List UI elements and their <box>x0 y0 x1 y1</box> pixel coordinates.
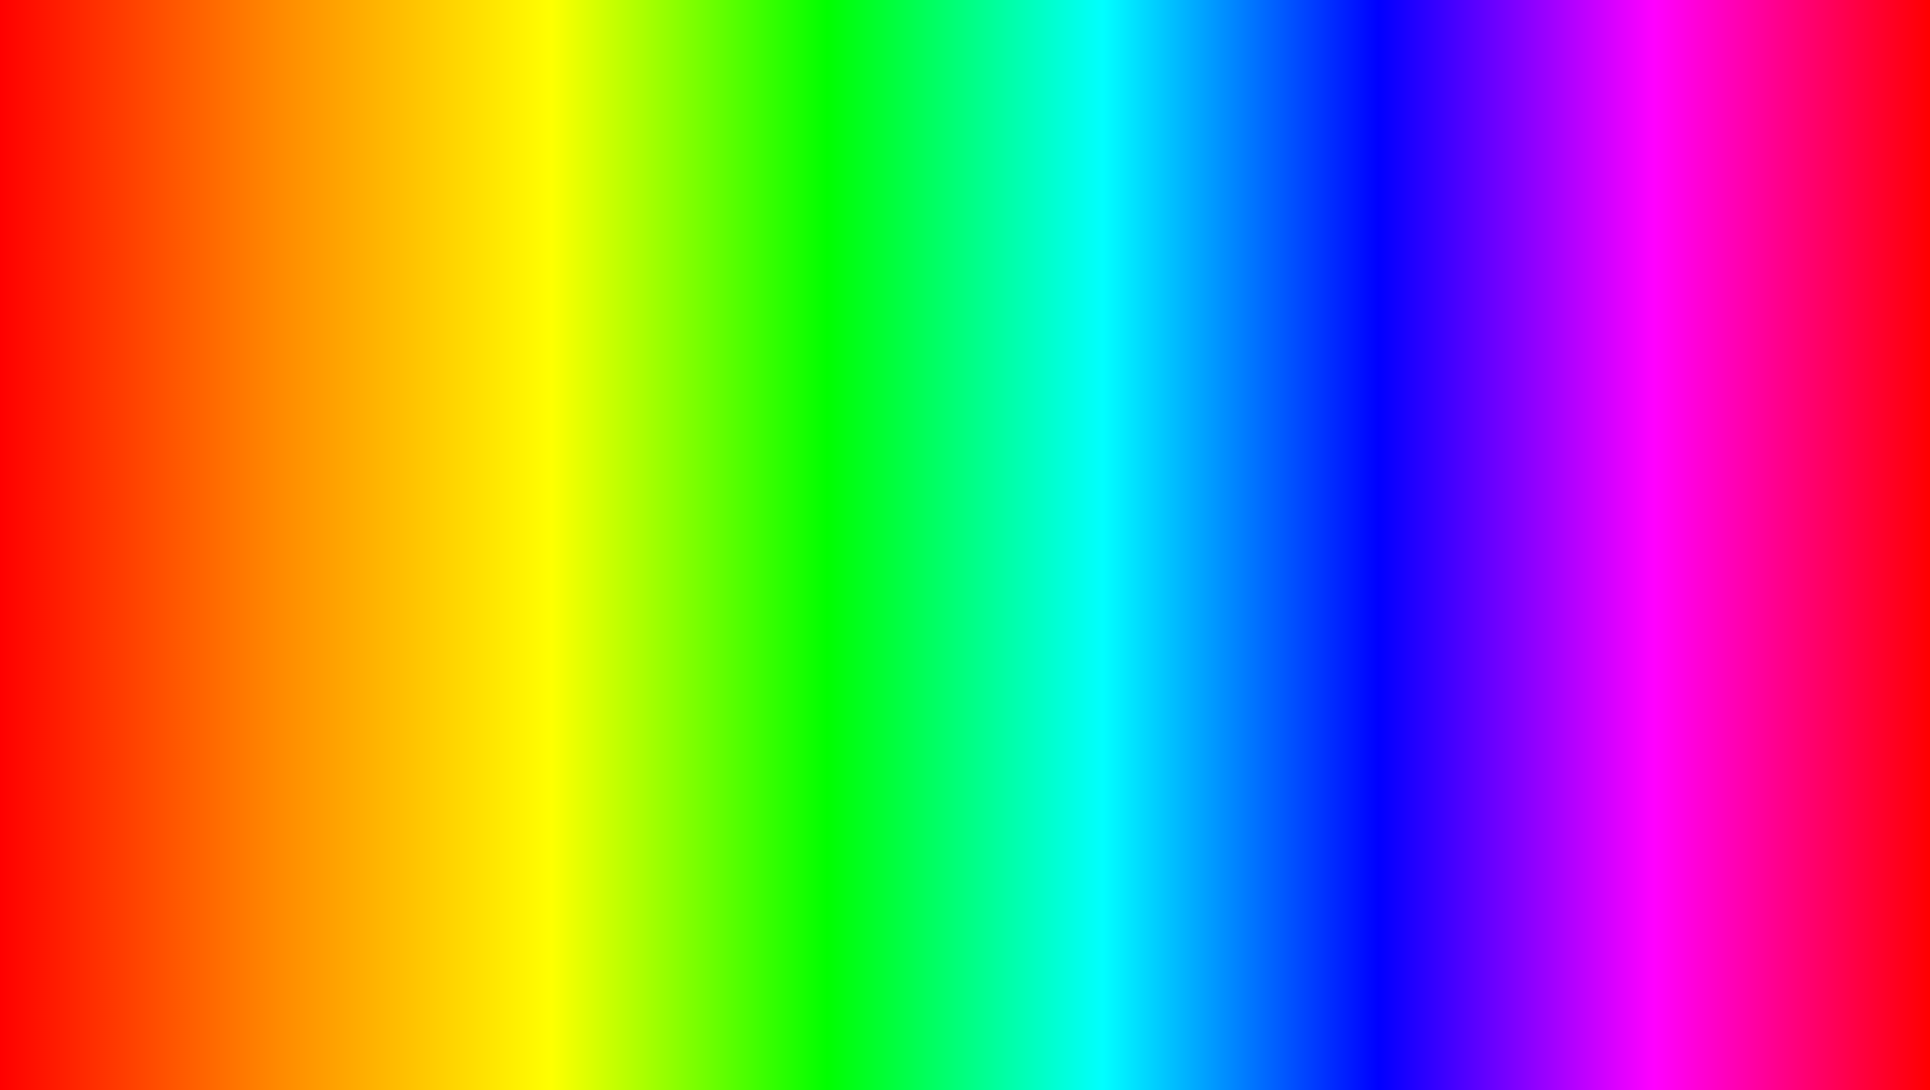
king-legacy-logo-box: 🎭 KING LEGACY <box>1630 772 1830 972</box>
minimize-btn-left[interactable]: — <box>625 358 637 372</box>
save-health-label: Save Health <box>1455 535 1801 550</box>
update-version-num: 4.66 <box>651 953 830 1052</box>
nav-farm-left[interactable]: Farm <box>147 415 224 439</box>
avatar-name-right: Sky <box>1405 675 1427 690</box>
nav-dot-dungeon-r <box>1367 451 1375 459</box>
section-label-left: Option section <box>241 389 655 404</box>
select-weapon-row-right[interactable]: Select Weapon Sword ▲ <box>1455 440 1819 468</box>
window-controls-left: — ✕ <box>625 358 655 372</box>
content-right: Dungeon Teleport To Dungeon! Select Weap… <box>1445 379 1829 659</box>
window-controls-right: — ✕ <box>1789 358 1819 372</box>
avatar-name-left: Sky <box>191 675 213 690</box>
chevron-weapon-right: ▲ <box>1809 448 1819 459</box>
select-weapon-value-left: Sword <box>602 418 639 433</box>
work-lvl-text: WORK LVL 4000 <box>138 278 645 349</box>
auto-sea-king-checkbox[interactable] <box>637 560 655 578</box>
nav-dot-main <box>153 395 161 403</box>
section-label-right: Dungeon <box>1455 389 1819 404</box>
auto-dungeon-label: Auto Dungeon <box>1455 504 1801 519</box>
choose-mode-row[interactable]: Choose Mode Easy ▲ <box>1455 468 1819 496</box>
nav-farm-right[interactable]: Farm <box>1361 415 1438 439</box>
logo-inner: 🎭 KING LEGACY <box>1633 775 1827 969</box>
auto-farm-row-left[interactable]: Auto Farm <box>241 471 655 502</box>
avatar-right: 🧑 <box>1365 666 1397 698</box>
choose-mode-label: Choose Mode <box>1455 474 1774 489</box>
auto-sea-king-row[interactable]: Auto Sea King <box>241 554 655 585</box>
chevron-weapon-left: ▲ <box>645 420 655 431</box>
footer-right: 🧑 Sky <box>1355 659 1829 704</box>
sidebar-right: Main Farm Dungeon Combat LocalPlayer <box>1355 379 1445 659</box>
nav-dot-combat-r <box>1367 479 1375 487</box>
gui-window-right: King Legacy (Adel Hub) — ✕ Main Farm Dun… <box>1352 348 1832 707</box>
sidebar-left: Main Farm Combat LocalPlayern <box>141 379 231 659</box>
chevron-mode: ▲ <box>1809 476 1819 487</box>
nav-localplayer-right[interactable]: LocalPlayer <box>1361 499 1438 521</box>
auto-farm-checkbox2-left[interactable] <box>637 529 655 547</box>
nav-main-left[interactable]: Main <box>147 387 224 411</box>
select-weapon-label-left: Select Weapon <box>241 418 602 433</box>
window-right-body: Main Farm Dungeon Combat LocalPlayer <box>1355 379 1829 659</box>
nav-combat-right[interactable]: Combat <box>1361 471 1438 495</box>
nav-dot-main-r <box>1367 395 1375 403</box>
close-btn-right[interactable]: ✕ <box>1809 358 1819 372</box>
main-title: KING LEGACY <box>462 26 1468 196</box>
close-btn-left[interactable]: ✕ <box>645 358 655 372</box>
window-left-body: Main Farm Combat LocalPlayern Option sec… <box>141 379 665 659</box>
update-suffix-text: SCRIPT PASTEBIN <box>857 953 1673 1052</box>
auto-sea-king-label: Auto Sea King <box>241 562 637 577</box>
auto-farm-label2-left: Auto Farm <box>241 531 637 546</box>
teleport-dungeon-indicator[interactable] <box>1805 419 1819 433</box>
content-left: Option section Select Weapon Sword ▲ Aut… <box>231 379 665 659</box>
auto-farm-checkbox-left[interactable] <box>637 477 655 495</box>
logo-text: KING LEGACY <box>1697 926 1764 961</box>
window-right-title: King Legacy (Adel Hub) <box>1365 357 1512 372</box>
auto-dungeon-row[interactable]: Auto Dungeon <box>1455 496 1819 527</box>
nav-dot-settings-r <box>1367 533 1375 541</box>
update-text: UPDATE 4.66 SCRIPT PASTEBIN <box>257 952 1672 1054</box>
nav-combat-left[interactable]: Combat <box>147 443 224 467</box>
select-weapon-value-right: Sword <box>1766 446 1803 461</box>
nav-settings-right[interactable]: Settings <box>1361 525 1438 549</box>
farm-section-sub: farm section <box>241 502 655 519</box>
auto-dungeon-checkbox[interactable] <box>1801 502 1819 520</box>
nav-main-right[interactable]: Main <box>1361 387 1438 411</box>
titlebar-right: King Legacy (Adel Hub) — ✕ <box>1355 351 1829 379</box>
gui-window-left: King Legacy (Adel Hub) — ✕ Main Farm Com… <box>138 348 668 707</box>
nav-dot-local <box>153 478 161 486</box>
avatar-left: 🧑 <box>151 666 183 698</box>
save-health-row[interactable]: Save Health <box>1455 527 1819 558</box>
teleport-dungeon-row[interactable]: Teleport To Dungeon! <box>1455 412 1819 440</box>
minimize-btn-right[interactable]: — <box>1789 358 1801 372</box>
select-weapon-label-right: Select Weapon <box>1455 446 1766 461</box>
auto-haki-row[interactable]: Auto Haki <box>241 440 655 471</box>
nav-dot-farm-r <box>1367 423 1375 431</box>
teleport-dungeon-label: Teleport To Dungeon! <box>1455 418 1805 433</box>
auto-haki-checkbox[interactable] <box>637 446 655 464</box>
footer-left: 🧑 Sky <box>141 659 665 704</box>
nav-dot-farm <box>153 423 161 431</box>
update-label: UPDATE <box>257 953 624 1052</box>
choose-mode-value: Easy <box>1774 474 1803 489</box>
auto-haki-label: Auto Haki <box>241 448 637 463</box>
nav-dungeon-right[interactable]: Dungeon <box>1361 443 1438 467</box>
logo-character: 🎭 <box>1633 775 1827 926</box>
nav-dot-combat <box>153 451 161 459</box>
nav-dot-local-r <box>1367 506 1375 514</box>
auto-farm-label-left: Auto Farm <box>241 479 637 494</box>
no-key-text: NO KEY !! <box>1337 278 1632 349</box>
auto-farm-row2-left[interactable]: Auto Farm <box>241 523 655 554</box>
nav-localplayer-left[interactable]: LocalPlayern <box>147 471 224 493</box>
save-health-checkbox[interactable] <box>1801 533 1819 551</box>
titlebar-left: King Legacy (Adel Hub) — ✕ <box>141 351 665 379</box>
window-left-title: King Legacy (Adel Hub) <box>151 357 298 372</box>
select-weapon-row-left[interactable]: Select Weapon Sword ▲ <box>241 412 655 440</box>
background: KING LEGACY WORK LVL 4000 NO KEY !! MOBI… <box>8 8 1922 1082</box>
